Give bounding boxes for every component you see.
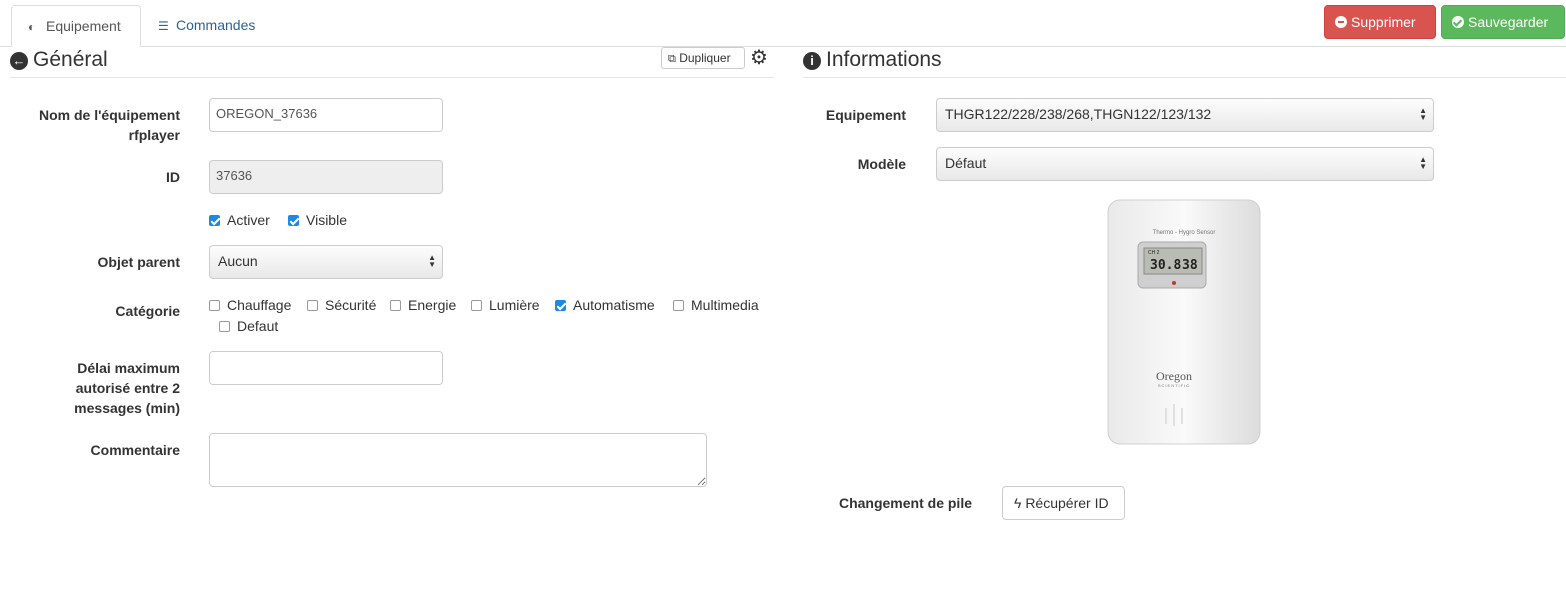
device-display-temp: 30.8 bbox=[1150, 258, 1181, 273]
visible-checkbox[interactable]: Visible bbox=[288, 212, 347, 228]
visible-label: Visible bbox=[306, 212, 347, 228]
activate-label: Activer bbox=[227, 212, 270, 228]
category-energie-label: Energie bbox=[408, 297, 457, 313]
category-defaut-label: Defaut bbox=[237, 318, 279, 334]
delay-input[interactable] bbox=[209, 351, 443, 385]
checkbox-icon bbox=[307, 300, 318, 311]
checkbox-checked-icon bbox=[209, 215, 220, 226]
save-button-label: Sauvegarder bbox=[1468, 14, 1549, 30]
recover-id-button[interactable]: ϟ Récupérer ID bbox=[1002, 486, 1125, 520]
category-lumiere-label: Lumière bbox=[489, 297, 540, 313]
informations-section-header: i Informations bbox=[803, 48, 1566, 78]
checkbox-icon bbox=[209, 300, 220, 311]
id-input: 37636 bbox=[209, 160, 443, 194]
category-label: Catégorie bbox=[115, 303, 180, 319]
checkbox-checked-icon bbox=[288, 215, 299, 226]
tab-commandes[interactable]: ☰ Commandes bbox=[142, 5, 271, 47]
device-brand-sub: SCIENTIFIC bbox=[1158, 383, 1190, 388]
category-checkbox-chauffage[interactable]: Chauffage bbox=[209, 297, 291, 313]
checkbox-checked-icon bbox=[555, 300, 566, 311]
category-securite-label: Sécurité bbox=[325, 297, 377, 313]
tab-equipement[interactable]: ◐ Equipement bbox=[11, 5, 141, 47]
equipment-label: Equipement bbox=[825, 107, 906, 123]
device-display-ch: CH 2 bbox=[1148, 250, 1160, 256]
model-select[interactable]: Défaut ▲ ▼ bbox=[936, 147, 1434, 181]
model-label: Modèle bbox=[857, 156, 906, 172]
arrow-circle-left-icon[interactable]: ← bbox=[10, 52, 28, 70]
checkbox-icon bbox=[219, 321, 230, 332]
checkbox-icon bbox=[390, 300, 401, 311]
model-select-value: Défaut bbox=[945, 155, 987, 171]
parent-select-value: Aucun bbox=[218, 253, 258, 269]
category-checkbox-lumiere[interactable]: Lumière bbox=[471, 297, 540, 313]
category-checkbox-securite[interactable]: Sécurité bbox=[307, 297, 376, 313]
delay-label: Délai maximum autorisé entre 2 messages … bbox=[74, 360, 180, 416]
category-checkbox-multimedia[interactable]: Multimedia bbox=[673, 297, 759, 313]
list-icon: ☰ bbox=[158, 19, 169, 33]
battery-change-label: Changement de pile bbox=[838, 495, 972, 511]
select-arrows-icon: ▲ ▼ bbox=[1419, 106, 1427, 122]
select-arrows-icon: ▲ ▼ bbox=[1419, 155, 1427, 171]
copy-icon: ⧉ bbox=[668, 53, 676, 65]
parent-label: Objet parent bbox=[97, 254, 180, 270]
device-brand: Oregon bbox=[1156, 369, 1192, 383]
save-button[interactable]: Sauvegarder bbox=[1441, 5, 1565, 39]
comment-textarea[interactable] bbox=[209, 433, 707, 487]
info-circle-icon: i bbox=[803, 52, 821, 70]
checkbox-icon bbox=[673, 300, 684, 311]
activate-checkbox[interactable]: Activer bbox=[209, 212, 270, 228]
recover-id-label: Récupérer ID bbox=[1025, 495, 1109, 511]
category-chauffage-label: Chauffage bbox=[227, 297, 292, 313]
informations-title: Informations bbox=[826, 48, 942, 71]
category-checkbox-automatisme[interactable]: Automatisme bbox=[555, 297, 655, 313]
delete-button[interactable]: Supprimer bbox=[1324, 5, 1436, 39]
minus-circle-icon bbox=[1335, 16, 1347, 28]
device-display-hum: 38 bbox=[1182, 258, 1198, 273]
check-circle-icon bbox=[1452, 16, 1464, 28]
duplicate-button[interactable]: ⧉ Dupliquer bbox=[661, 47, 745, 69]
delete-button-label: Supprimer bbox=[1351, 14, 1416, 30]
comment-label: Commentaire bbox=[90, 442, 180, 458]
duplicate-button-label: Dupliquer bbox=[679, 51, 731, 65]
device-image: Thermo - Hygro Sensor CH 2 30.8 38 Orego… bbox=[1107, 199, 1261, 445]
equipment-select[interactable]: THGR122/228/238/268,THGN122/123/132 ▲ ▼ bbox=[936, 98, 1434, 132]
device-caption: Thermo - Hygro Sensor bbox=[1153, 230, 1216, 236]
general-section-header: ← Général bbox=[10, 48, 774, 78]
tab-equipement-label: Equipement bbox=[46, 18, 121, 34]
checkbox-icon bbox=[471, 300, 482, 311]
name-input[interactable]: OREGON_37636 bbox=[209, 98, 443, 132]
equipment-select-value: THGR122/228/238/268,THGN122/123/132 bbox=[945, 106, 1212, 122]
category-multimedia-label: Multimedia bbox=[691, 297, 759, 313]
category-automatisme-label: Automatisme bbox=[573, 297, 655, 313]
category-checkbox-energie[interactable]: Energie bbox=[390, 297, 456, 313]
name-label: Nom de l'équipement rfplayer bbox=[38, 107, 180, 143]
bolt-icon: ϟ bbox=[1014, 495, 1022, 511]
gears-icon[interactable]: ⚙ bbox=[750, 45, 768, 70]
parent-select[interactable]: Aucun ▲ ▼ bbox=[209, 245, 443, 279]
id-label: ID bbox=[166, 169, 180, 185]
general-title: Général bbox=[33, 48, 108, 71]
tab-commandes-label: Commandes bbox=[176, 17, 256, 33]
select-arrows-icon: ▲ ▼ bbox=[428, 253, 436, 269]
dashboard-icon: ◐ bbox=[28, 20, 36, 34]
category-checkbox-defaut[interactable]: Defaut bbox=[219, 318, 278, 334]
